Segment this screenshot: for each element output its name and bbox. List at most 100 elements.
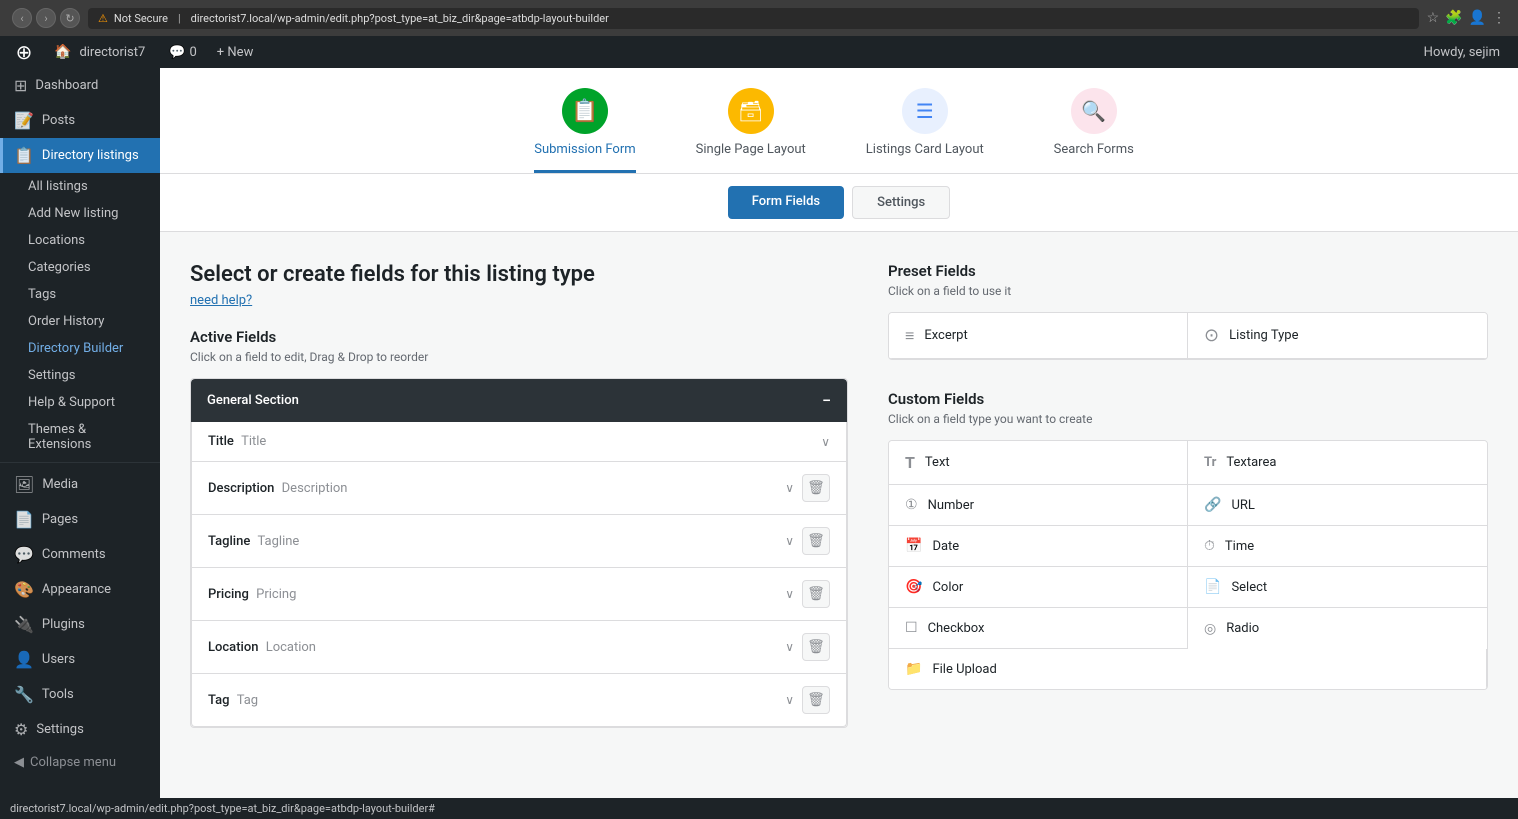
top-nav: 📋 Submission Form 🗃 Single Page Layout ☰… xyxy=(160,68,1518,174)
custom-time[interactable]: ⏱ Time xyxy=(1188,526,1487,567)
custom-text[interactable]: T Text xyxy=(889,441,1188,485)
star-icon[interactable]: ☆ xyxy=(1427,10,1440,26)
sidebar-item-tools[interactable]: 🔧 Tools xyxy=(0,677,160,712)
collapse-label: Collapse menu xyxy=(30,755,116,770)
general-section-chevron: − xyxy=(822,391,831,410)
sidebar-item-pages[interactable]: 📄 Pages xyxy=(0,502,160,537)
sidebar-item-settings[interactable]: ⚙ Settings xyxy=(0,712,160,747)
field-tag[interactable]: Tag Tag ∨ 🗑 xyxy=(191,674,847,727)
sidebar-sub-settings[interactable]: Settings xyxy=(0,362,160,389)
field-location-chevron[interactable]: ∨ xyxy=(785,640,794,654)
custom-select-label: Select xyxy=(1231,580,1267,595)
tab-search-forms[interactable]: 🔍 Search Forms xyxy=(1044,88,1144,173)
back-button[interactable]: ‹ xyxy=(12,8,32,28)
sidebar-sub-themes-extensions[interactable]: Themes & Extensions xyxy=(0,416,160,458)
subtab-form-fields[interactable]: Form Fields xyxy=(728,186,844,219)
text-icon: T xyxy=(905,453,915,472)
field-location-actions: ∨ 🗑 xyxy=(785,633,830,661)
sidebar-sub-help-support[interactable]: Help & Support xyxy=(0,389,160,416)
custom-color[interactable]: 🎯 Color xyxy=(889,567,1188,608)
sidebar-sub-order-history[interactable]: Order History xyxy=(0,308,160,335)
sidebar-item-plugins[interactable]: 🔌 Plugins xyxy=(0,607,160,642)
wp-logo[interactable]: ⊕ xyxy=(8,36,40,68)
sidebar-item-media[interactable]: 🖼 Media xyxy=(0,467,160,502)
adminbar-site[interactable]: 🏠 directorist7 xyxy=(40,36,159,68)
tab-listings-card-layout[interactable]: ☰ Listings Card Layout xyxy=(866,88,984,173)
url-text: directorist7.local/wp-admin/edit.php?pos… xyxy=(191,12,609,25)
sidebar-item-appearance[interactable]: 🎨 Appearance xyxy=(0,572,160,607)
submission-form-icon: 📋 xyxy=(562,88,608,134)
field-description-delete[interactable]: 🗑 xyxy=(802,474,830,502)
field-title-chevron[interactable]: ∨ xyxy=(821,435,830,449)
custom-radio[interactable]: ◎ Radio xyxy=(1188,608,1487,649)
help-link[interactable]: need help? xyxy=(190,293,848,308)
sidebar-sub-all-listings[interactable]: All listings xyxy=(0,173,160,200)
custom-fields-section: Custom Fields Click on a field type you … xyxy=(888,390,1488,690)
status-bar: directorist7.local/wp-admin/edit.php?pos… xyxy=(160,798,1518,819)
sidebar-sub-locations[interactable]: Locations xyxy=(0,227,160,254)
preset-excerpt[interactable]: ≡ Excerpt xyxy=(889,313,1188,359)
sidebar-sub-directory-builder[interactable]: Directory Builder xyxy=(0,335,160,362)
custom-textarea[interactable]: Tr Textarea xyxy=(1188,441,1487,485)
subtab-settings[interactable]: Settings xyxy=(852,186,950,219)
extensions-icon[interactable]: 🧩 xyxy=(1445,10,1462,26)
adminbar-comments[interactable]: 💬 0 xyxy=(159,36,207,68)
custom-date[interactable]: 📅 Date xyxy=(889,526,1188,567)
sidebar-item-directory-listings[interactable]: 📋 Directory listings xyxy=(0,138,160,173)
custom-time-label: Time xyxy=(1225,539,1254,554)
custom-date-label: Date xyxy=(932,539,959,554)
forward-button[interactable]: › xyxy=(36,8,56,28)
field-pricing[interactable]: Pricing Pricing ∨ 🗑 xyxy=(191,568,847,621)
custom-fields-label: Custom Fields xyxy=(888,390,1488,408)
field-tagline-chevron[interactable]: ∨ xyxy=(785,534,794,548)
preset-fields-sublabel: Click on a field to use it xyxy=(888,284,1488,298)
number-icon: ① xyxy=(905,497,918,513)
posts-icon: 📝 xyxy=(14,111,34,130)
custom-url[interactable]: 🔗 URL xyxy=(1188,485,1487,526)
comments-icon: 💬 xyxy=(14,545,34,564)
field-tagline-delete[interactable]: 🗑 xyxy=(802,527,830,555)
wp-admin-bar: ⊕ 🏠 directorist7 💬 0 + New Howdy, sejim xyxy=(0,36,1518,68)
field-description[interactable]: Description Description ∨ 🗑 xyxy=(191,462,847,515)
field-description-chevron[interactable]: ∨ xyxy=(785,481,794,495)
field-tag-delete[interactable]: 🗑 xyxy=(802,686,830,714)
active-fields-label: Active Fields xyxy=(190,328,848,346)
field-pricing-delete[interactable]: 🗑 xyxy=(802,580,830,608)
sidebar-item-posts[interactable]: 📝 Posts xyxy=(0,103,160,138)
profile-icon[interactable]: 👤 xyxy=(1469,10,1486,26)
field-location-delete[interactable]: 🗑 xyxy=(802,633,830,661)
general-section-header[interactable]: General Section − xyxy=(191,379,847,422)
field-title[interactable]: Title Title ∨ xyxy=(191,422,847,462)
custom-select[interactable]: 📄 Select xyxy=(1188,567,1487,608)
media-icon: 🖼 xyxy=(14,475,34,494)
custom-number[interactable]: ① Number xyxy=(889,485,1188,526)
sidebar-item-dashboard[interactable]: ⊞ Dashboard xyxy=(0,68,160,103)
custom-radio-label: Radio xyxy=(1226,621,1259,636)
active-fields-sublabel: Click on a field to edit, Drag & Drop to… xyxy=(190,350,848,364)
field-tag-placeholder: Tag xyxy=(237,693,258,708)
field-title-placeholder: Title xyxy=(241,434,266,449)
field-tagline[interactable]: Tagline Tagline ∨ 🗑 xyxy=(191,515,847,568)
tab-submission-form[interactable]: 📋 Submission Form xyxy=(534,88,635,173)
preset-listing-type[interactable]: ⊙ Listing Type xyxy=(1188,313,1487,359)
field-tag-chevron[interactable]: ∨ xyxy=(785,693,794,707)
custom-file-upload[interactable]: 📁 File Upload xyxy=(889,649,1487,689)
appearance-icon: 🎨 xyxy=(14,580,34,599)
tab-single-page-layout[interactable]: 🗃 Single Page Layout xyxy=(696,88,806,173)
custom-textarea-label: Textarea xyxy=(1226,455,1276,470)
url-bar[interactable]: ⚠ Not Secure | directorist7.local/wp-adm… xyxy=(88,8,1419,29)
collapse-menu-button[interactable]: ◀ Collapse menu xyxy=(0,747,160,778)
sidebar-item-comments[interactable]: 💬 Comments xyxy=(0,537,160,572)
field-location[interactable]: Location Location ∨ 🗑 xyxy=(191,621,847,674)
sidebar-sub-tags[interactable]: Tags xyxy=(0,281,160,308)
field-pricing-chevron[interactable]: ∨ xyxy=(785,587,794,601)
field-title-actions: ∨ xyxy=(821,435,830,449)
sidebar-sub-add-new-listing[interactable]: Add New listing xyxy=(0,200,160,227)
sidebar-sub-categories[interactable]: Categories xyxy=(0,254,160,281)
menu-icon[interactable]: ⋮ xyxy=(1492,10,1506,26)
refresh-button[interactable]: ↻ xyxy=(60,8,80,28)
adminbar-new[interactable]: + New xyxy=(207,36,264,68)
howdy-text: Howdy, sejim xyxy=(1414,45,1510,60)
custom-checkbox[interactable]: ☐ Checkbox xyxy=(889,608,1188,649)
sidebar-item-users[interactable]: 👤 Users xyxy=(0,642,160,677)
